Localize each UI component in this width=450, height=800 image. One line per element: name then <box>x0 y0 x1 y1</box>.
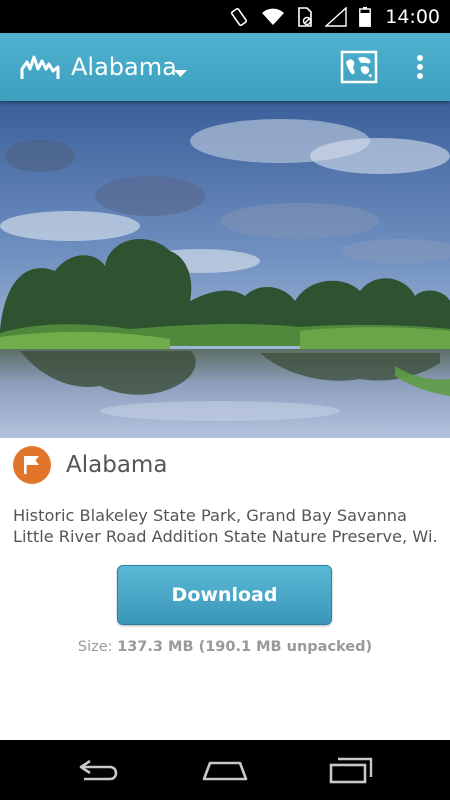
more-vert-icon[interactable] <box>408 51 432 85</box>
battery-icon <box>359 6 372 27</box>
region-selector[interactable]: Alabama <box>71 53 177 81</box>
size-label: Size: <box>77 639 113 655</box>
home-icon[interactable] <box>201 755 249 790</box>
region-name: Alabama <box>66 452 168 478</box>
recents-icon[interactable] <box>328 755 374 790</box>
screen-rotation-icon <box>229 7 249 27</box>
size-info: Size: 137.3 MB (190.1 MB unpacked) <box>0 639 450 655</box>
content-area: Alabama Historic Blakeley State Park, Gr… <box>0 101 450 740</box>
sim-icon <box>297 6 313 27</box>
caret-down-icon[interactable] <box>174 65 187 83</box>
flag-icon <box>13 446 51 484</box>
status-bar: 14:00 <box>0 0 450 33</box>
back-icon[interactable] <box>78 755 122 790</box>
region-photo <box>0 101 450 438</box>
region-description: Historic Blakeley State Park, Grand Bay … <box>13 506 438 546</box>
size-value: 137.3 MB (190.1 MB unpacked) <box>117 639 373 655</box>
app-logo-icon <box>20 53 60 86</box>
status-time: 14:00 <box>385 5 440 28</box>
cell-signal-icon <box>325 6 347 27</box>
wifi-icon <box>261 7 285 27</box>
map-icon[interactable] <box>340 50 378 84</box>
download-button[interactable]: Download <box>117 565 332 625</box>
app-bar: Alabama <box>0 33 450 101</box>
navigation-bar <box>0 740 450 800</box>
